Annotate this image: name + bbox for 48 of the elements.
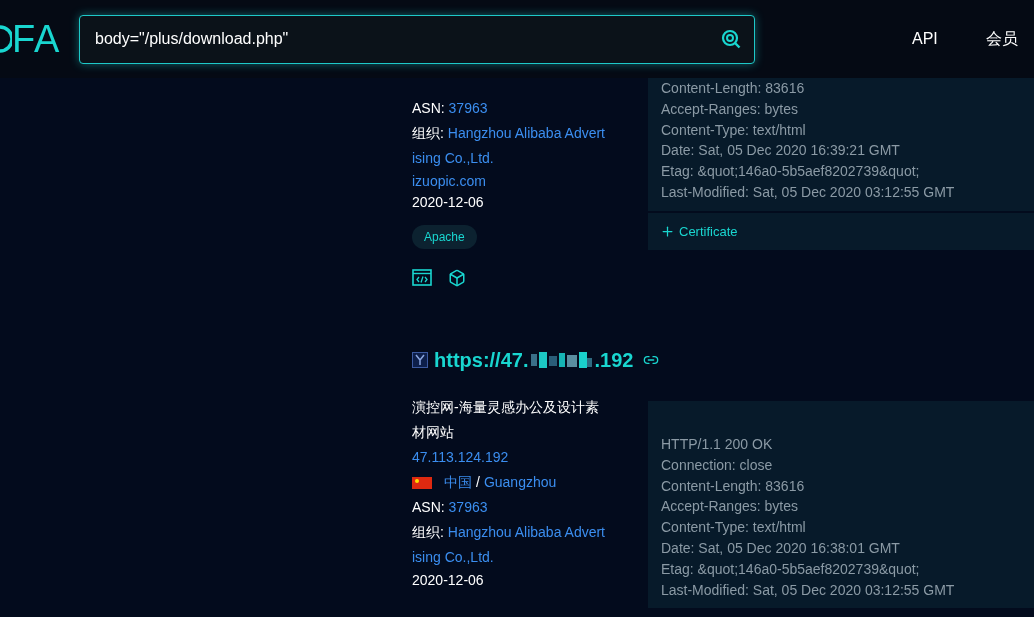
header-line: Date: Sat, 05 Dec 2020 16:39:21 GMT — [661, 141, 901, 161]
org-link[interactable]: Hangzhou Alibaba Advert — [447, 524, 605, 540]
cube-icon[interactable] — [448, 269, 466, 287]
ip-link[interactable]: 47.113.124.192 — [412, 449, 509, 465]
org-link[interactable]: Hangzhou Alibaba Advert — [447, 125, 605, 141]
date: 2020-12-06 — [412, 193, 485, 212]
header-line: Content-Type: text/html — [661, 120, 807, 140]
search-icon[interactable] — [721, 28, 741, 49]
separator: / — [476, 473, 480, 492]
favicon-icon — [412, 352, 428, 368]
country-link[interactable]: 中国 — [444, 470, 472, 495]
header-line: Content-Length: 83616 — [661, 476, 806, 496]
asn-label: ASN: — [412, 499, 446, 515]
header-line: Date: Sat, 05 Dec 2020 16:38:01 GMT — [661, 539, 901, 558]
plus-icon — [660, 223, 675, 239]
org-label: 组织: — [412, 524, 445, 540]
org-link[interactable]: ising Co.,Ltd. — [412, 549, 494, 565]
asn-link[interactable]: 37963 — [448, 499, 488, 515]
nav-link[interactable]: API — [912, 30, 938, 48]
org-label: 组织: — [412, 125, 445, 141]
header-line: Etag: &quot;146a0-5b5aef8202739&quot; — [661, 162, 921, 182]
header-line: Last-Modified: Sat, 05 Dec 2020 03:12:55 GMT — [661, 580, 956, 600]
header-line: Etag: &quot;146a0-5b5aef8202739&quot; — [661, 559, 921, 579]
header-line: Accept-Ranges: bytes — [661, 497, 799, 517]
asn-link[interactable]: 37963 — [448, 100, 488, 116]
date: 2020-12-06 — [412, 571, 485, 590]
china-flag-icon — [412, 476, 432, 489]
tag[interactable]: Apache — [412, 225, 477, 249]
logo-arc-drawing — [0, 24, 12, 54]
header-line: HTTP/1.1 200 OK — [661, 435, 774, 454]
site-title: 演控网-海量灵感办公及设计素材网站 — [412, 398, 600, 442]
header-line: Last-Modified: Sat, 05 Dec 2020 03:12:55 GMT — [661, 183, 956, 202]
asn-label: ASN: — [412, 100, 446, 116]
certificate-toggle[interactable]: Certificate — [648, 212, 1034, 250]
city-link[interactable]: Guangzhou — [483, 470, 557, 495]
result-url[interactable]: .192 — [594, 348, 634, 372]
mosaic-drawing — [529, 350, 594, 370]
org-link[interactable]: ising Co.,Ltd. — [412, 150, 494, 166]
result-url[interactable]: https://47. — [434, 348, 529, 372]
header-line: Content-Length: 83616 — [661, 79, 806, 98]
header-line: Accept-Ranges: bytes — [661, 99, 799, 119]
domain-link[interactable]: izuopic.com — [412, 173, 486, 189]
code-icon[interactable] — [412, 269, 432, 286]
header-line: Content-Type: text/html — [661, 518, 807, 538]
logo[interactable]: FA — [12, 17, 61, 61]
header-line: Connection: close — [661, 455, 774, 475]
nav-link[interactable]: 会员 — [985, 28, 1018, 50]
search-field[interactable]: body="/plus/download.php" — [79, 14, 755, 64]
